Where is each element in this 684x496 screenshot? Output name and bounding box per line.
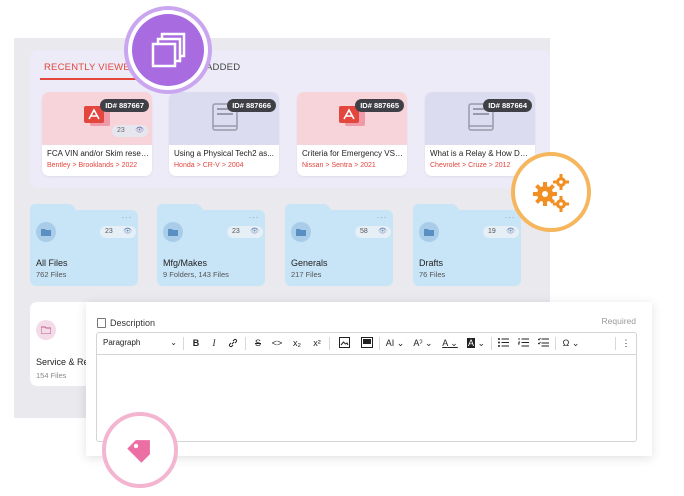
eye-icon: 👁 bbox=[123, 228, 132, 235]
code-button[interactable]: <> bbox=[269, 333, 285, 353]
image-insert-icon bbox=[338, 337, 350, 348]
views-count: 23 👁 bbox=[112, 125, 148, 137]
bold-button[interactable]: B bbox=[189, 333, 203, 353]
folder-icon bbox=[36, 222, 56, 242]
folder-count: 9 Folders, 143 Files bbox=[163, 270, 229, 279]
folder-name: Mfg/Makes bbox=[163, 258, 208, 268]
folder-icon bbox=[36, 320, 56, 340]
checklist-icon bbox=[537, 337, 549, 347]
folder-name: Service & Re bbox=[36, 357, 89, 367]
strikethrough-button[interactable]: S bbox=[251, 333, 265, 353]
eye-icon: 👁 bbox=[378, 228, 387, 235]
more-options-icon[interactable]: ··· bbox=[122, 212, 133, 222]
stacked-files-icon bbox=[151, 32, 186, 68]
special-characters-button[interactable]: Ω ⌄ bbox=[559, 333, 583, 353]
recent-card[interactable]: ID# 887665 Criteria for Emergency VSC...… bbox=[297, 92, 407, 176]
card-title: Using a Physical Tech2 as... bbox=[174, 149, 274, 158]
folder-name: Drafts bbox=[419, 258, 444, 268]
tag-badge bbox=[102, 412, 178, 488]
editor-toolbar: Paragraph ⌄ B I S <> x₂ x² AI ⌄ Aˀ ⌄ A ⌄ … bbox=[96, 332, 637, 354]
views-count: 58 👁 bbox=[355, 226, 391, 238]
breadcrumb: Nissan > Sentra >2021 bbox=[302, 162, 376, 169]
breadcrumb: Bentley > Brooklands >2022 bbox=[47, 162, 138, 169]
folder-all-files[interactable]: ··· 23 👁 All Files 762 Files bbox=[30, 204, 138, 286]
superscript-button[interactable]: x² bbox=[309, 333, 325, 353]
chevron-down-icon: ⌄ bbox=[170, 338, 177, 347]
gears-icon bbox=[533, 174, 569, 212]
required-label: Required bbox=[601, 316, 637, 326]
text-style-button[interactable]: Aˀ ⌄ bbox=[411, 333, 435, 353]
media-embed-button[interactable] bbox=[359, 333, 375, 353]
folder-service[interactable]: Service & Re 154 Files bbox=[30, 302, 89, 386]
more-toolbar-button[interactable]: ⋮ bbox=[619, 333, 633, 353]
document-icon bbox=[97, 318, 106, 328]
font-size-button[interactable]: AI ⌄ bbox=[383, 333, 407, 353]
files-badge bbox=[124, 6, 212, 94]
card-title: FCA VIN and/or Skim reset... bbox=[47, 149, 149, 158]
link-button[interactable] bbox=[225, 333, 241, 353]
font-color-button[interactable]: A ⌄ bbox=[439, 333, 461, 353]
id-badge: ID# 887667 bbox=[100, 99, 149, 112]
description-label: Description bbox=[110, 318, 156, 328]
tag-icon bbox=[127, 440, 150, 463]
highlight-color-button[interactable]: A ⌄ bbox=[465, 333, 487, 353]
more-options-icon[interactable]: ··· bbox=[505, 212, 516, 222]
views-count: 23 👁 bbox=[100, 226, 136, 238]
breadcrumb: Chevrolet > Cruze >2012 bbox=[430, 162, 511, 169]
folder-generals[interactable]: ··· 58 👁 Generals 217 Files bbox=[285, 204, 393, 286]
bullet-list-button[interactable] bbox=[495, 333, 511, 353]
gears-badge bbox=[511, 152, 591, 232]
media-icon bbox=[361, 337, 373, 348]
eye-icon: 👁 bbox=[135, 127, 144, 134]
id-badge: ID# 887665 bbox=[355, 99, 404, 112]
folder-count: 76 Files bbox=[419, 270, 446, 279]
card-title: Criteria for Emergency VSC... bbox=[302, 149, 404, 158]
folder-name: All Files bbox=[36, 258, 68, 268]
folder-count: 154 Files bbox=[36, 371, 67, 380]
views-count: 19 👁 bbox=[483, 226, 519, 238]
folder-count: 762 Files bbox=[36, 270, 67, 279]
more-options-icon[interactable]: ··· bbox=[249, 212, 260, 222]
more-options-icon[interactable]: ··· bbox=[377, 212, 388, 222]
link-icon bbox=[228, 338, 238, 348]
folder-mfg-makes[interactable]: ··· 23 👁 Mfg/Makes 9 Folders, 143 Files bbox=[157, 204, 265, 286]
views-count: 23 👁 bbox=[227, 226, 263, 238]
tab-added[interactable]: ADDED bbox=[206, 62, 240, 73]
recent-card[interactable]: ID# 887666 Using a Physical Tech2 as... … bbox=[169, 92, 279, 176]
id-badge: ID# 887666 bbox=[227, 99, 276, 112]
id-badge: ID# 887664 bbox=[483, 99, 532, 112]
paragraph-select[interactable]: Paragraph ⌄ bbox=[103, 333, 179, 353]
card-title: What is a Relay & How Doe... bbox=[430, 149, 532, 158]
recent-card[interactable]: ID# 887667 23 👁 FCA VIN and/or Skim reset… bbox=[42, 92, 152, 176]
folder-count: 217 Files bbox=[291, 270, 322, 279]
subscript-button[interactable]: x₂ bbox=[289, 333, 305, 353]
folder-icon bbox=[419, 222, 439, 242]
insert-image-button[interactable] bbox=[333, 333, 355, 353]
description-textarea[interactable] bbox=[96, 354, 637, 442]
breadcrumb: Honda > CR-V >2004 bbox=[174, 162, 244, 169]
numbered-list-icon bbox=[517, 338, 529, 347]
tab-recently-viewed[interactable]: RECENTLY VIEWED bbox=[40, 62, 143, 80]
italic-button[interactable]: I bbox=[207, 333, 221, 353]
folder-icon bbox=[291, 222, 311, 242]
folder-icon bbox=[163, 222, 183, 242]
folder-drafts[interactable]: ··· 19 👁 Drafts 76 Files bbox=[413, 204, 521, 286]
bullet-list-icon bbox=[497, 338, 509, 347]
eye-icon: 👁 bbox=[506, 228, 515, 235]
folder-name: Generals bbox=[291, 258, 328, 268]
eye-icon: 👁 bbox=[250, 228, 259, 235]
numbered-list-button[interactable] bbox=[515, 333, 531, 353]
checklist-button[interactable] bbox=[535, 333, 551, 353]
